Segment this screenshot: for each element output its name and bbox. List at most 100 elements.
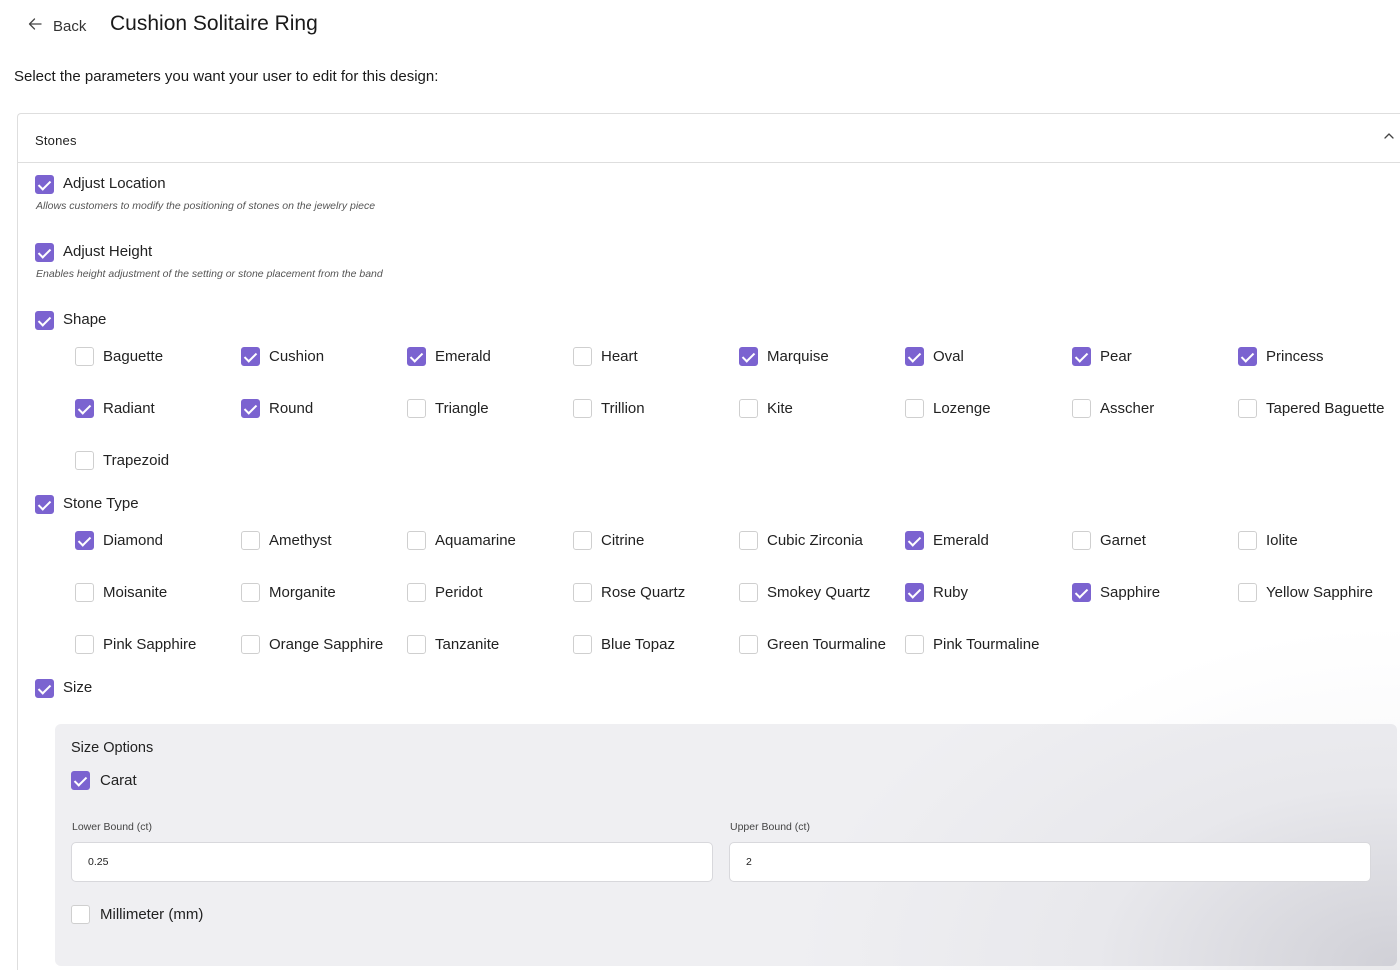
shape-checkbox[interactable] xyxy=(35,311,54,330)
shape-lozenge-checkbox[interactable] xyxy=(905,399,924,418)
carat-label: Carat xyxy=(100,772,137,789)
stone-type-orange-sapphire-label: Orange Sapphire xyxy=(269,636,384,653)
stone-type-yellow-sapphire-checkbox[interactable] xyxy=(1238,583,1257,602)
shape-round-checkbox[interactable] xyxy=(241,399,260,418)
stone-type-rose-quartz-checkbox[interactable] xyxy=(573,583,592,602)
millimeter-checkbox[interactable] xyxy=(71,905,90,924)
shape-baguette-checkbox[interactable] xyxy=(75,347,94,366)
stone-type-moisanite-checkbox[interactable] xyxy=(75,583,94,602)
stone-type-citrine-checkbox[interactable] xyxy=(573,531,592,550)
shape-pear-label: Pear xyxy=(1100,348,1132,365)
shape-trillion-checkbox[interactable] xyxy=(573,399,592,418)
stone-type-amethyst-checkbox[interactable] xyxy=(241,531,260,550)
stones-panel: Stones Adjust Location Allows customers … xyxy=(17,113,1400,970)
stone-type-iolite-checkbox[interactable] xyxy=(1238,531,1257,550)
shape-baguette-label: Baguette xyxy=(103,348,164,365)
back-button[interactable]: Back xyxy=(27,16,86,36)
stone-type-yellow-sapphire-label: Yellow Sapphire xyxy=(1266,584,1374,601)
stone-type-checkbox[interactable] xyxy=(35,495,54,514)
carat-checkbox[interactable] xyxy=(71,771,90,790)
stone-type-smokey-quartz-label: Smokey Quartz xyxy=(767,584,871,601)
adjust-height-description: Enables height adjustment of the setting… xyxy=(36,268,383,280)
shape-kite-checkbox[interactable] xyxy=(739,399,758,418)
shape-trapezoid-label: Trapezoid xyxy=(103,452,170,469)
shape-pear-checkbox[interactable] xyxy=(1072,347,1091,366)
stone-type-ruby-checkbox[interactable] xyxy=(905,583,924,602)
stone-type-diamond-checkbox[interactable] xyxy=(75,531,94,550)
shape-emerald-label: Emerald xyxy=(435,348,491,365)
stone-type-aquamarine-label: Aquamarine xyxy=(435,532,516,549)
stone-type-pink-sapphire-label: Pink Sapphire xyxy=(103,636,197,653)
lower-bound-input[interactable] xyxy=(71,842,713,882)
shape-heart-checkbox[interactable] xyxy=(573,347,592,366)
upper-bound-input[interactable] xyxy=(729,842,1371,882)
chevron-up-icon[interactable] xyxy=(1382,129,1396,143)
stone-type-cubic-zirconia-checkbox[interactable] xyxy=(739,531,758,550)
stone-type-ruby-label: Ruby xyxy=(933,584,969,601)
stone-type-pink-tourmaline-label: Pink Tourmaline xyxy=(933,636,1040,653)
stone-type-green-tourmaline-label: Green Tourmaline xyxy=(767,636,886,653)
size-checkbox[interactable] xyxy=(35,679,54,698)
stone-type-tanzanite-label: Tanzanite xyxy=(435,636,500,653)
stone-type-peridot-label: Peridot xyxy=(435,584,483,601)
shape-marquise-checkbox[interactable] xyxy=(739,347,758,366)
shape-heart-label: Heart xyxy=(601,348,638,365)
stone-type-sapphire-checkbox[interactable] xyxy=(1072,583,1091,602)
stone-type-blue-topaz-checkbox[interactable] xyxy=(573,635,592,654)
stone-type-garnet-label: Garnet xyxy=(1100,532,1146,549)
shape-oval-label: Oval xyxy=(933,348,964,365)
shape-trillion-label: Trillion xyxy=(601,400,645,417)
instructions-text: Select the parameters you want your user… xyxy=(14,68,439,85)
stone-type-blue-topaz-label: Blue Topaz xyxy=(601,636,675,653)
shape-triangle-label: Triangle xyxy=(435,400,489,417)
shape-lozenge-label: Lozenge xyxy=(933,400,991,417)
stone-type-label: Stone Type xyxy=(63,495,139,512)
upper-bound-label: Upper Bound (ct) xyxy=(730,821,810,833)
shape-asscher-checkbox[interactable] xyxy=(1072,399,1091,418)
adjust-location-description: Allows customers to modify the positioni… xyxy=(36,200,376,212)
size-options-box: Size Options Carat Lower Bound (ct) Uppe… xyxy=(55,724,1397,966)
stone-type-smokey-quartz-checkbox[interactable] xyxy=(739,583,758,602)
adjust-location-checkbox[interactable] xyxy=(35,175,54,194)
shape-trapezoid-checkbox[interactable] xyxy=(75,451,94,470)
shape-emerald-checkbox[interactable] xyxy=(407,347,426,366)
stone-type-peridot-checkbox[interactable] xyxy=(407,583,426,602)
stone-type-iolite-label: Iolite xyxy=(1266,532,1298,549)
stone-type-moisanite-label: Moisanite xyxy=(103,584,168,601)
header: Back Cushion Solitaire Ring xyxy=(0,0,1400,50)
shape-round-label: Round xyxy=(269,400,314,417)
stone-type-pink-sapphire-checkbox[interactable] xyxy=(75,635,94,654)
stone-type-sapphire-label: Sapphire xyxy=(1100,584,1161,601)
shape-princess-label: Princess xyxy=(1266,348,1324,365)
stone-type-emerald-label: Emerald xyxy=(933,532,989,549)
stone-type-emerald-checkbox[interactable] xyxy=(905,531,924,550)
shape-cushion-checkbox[interactable] xyxy=(241,347,260,366)
shape-radiant-checkbox[interactable] xyxy=(75,399,94,418)
page-title: Cushion Solitaire Ring xyxy=(110,12,318,35)
stone-type-pink-tourmaline-checkbox[interactable] xyxy=(905,635,924,654)
stones-panel-title: Stones xyxy=(35,133,77,148)
shape-cushion-label: Cushion xyxy=(269,348,325,365)
stone-type-green-tourmaline-checkbox[interactable] xyxy=(739,635,758,654)
adjust-height-checkbox[interactable] xyxy=(35,243,54,262)
stone-type-tanzanite-checkbox[interactable] xyxy=(407,635,426,654)
shape-radiant-label: Radiant xyxy=(103,400,155,417)
stone-type-diamond-label: Diamond xyxy=(103,532,164,549)
stone-type-rose-quartz-label: Rose Quartz xyxy=(601,584,686,601)
stone-type-orange-sapphire-checkbox[interactable] xyxy=(241,635,260,654)
stone-type-garnet-checkbox[interactable] xyxy=(1072,531,1091,550)
back-label[interactable]: Back xyxy=(53,18,86,35)
shape-princess-checkbox[interactable] xyxy=(1238,347,1257,366)
stone-type-cubic-zirconia-label: Cubic Zirconia xyxy=(767,532,863,549)
stone-type-morganite-checkbox[interactable] xyxy=(241,583,260,602)
arrow-left-icon xyxy=(27,16,43,36)
size-label: Size xyxy=(63,679,93,696)
stone-type-aquamarine-checkbox[interactable] xyxy=(407,531,426,550)
size-options-title: Size Options xyxy=(71,740,154,756)
shape-oval-checkbox[interactable] xyxy=(905,347,924,366)
stones-panel-header[interactable]: Stones xyxy=(18,114,1400,163)
shape-triangle-checkbox[interactable] xyxy=(407,399,426,418)
shape-tapered-baguette-checkbox[interactable] xyxy=(1238,399,1257,418)
stone-type-citrine-label: Citrine xyxy=(601,532,645,549)
shape-label: Shape xyxy=(63,311,107,328)
